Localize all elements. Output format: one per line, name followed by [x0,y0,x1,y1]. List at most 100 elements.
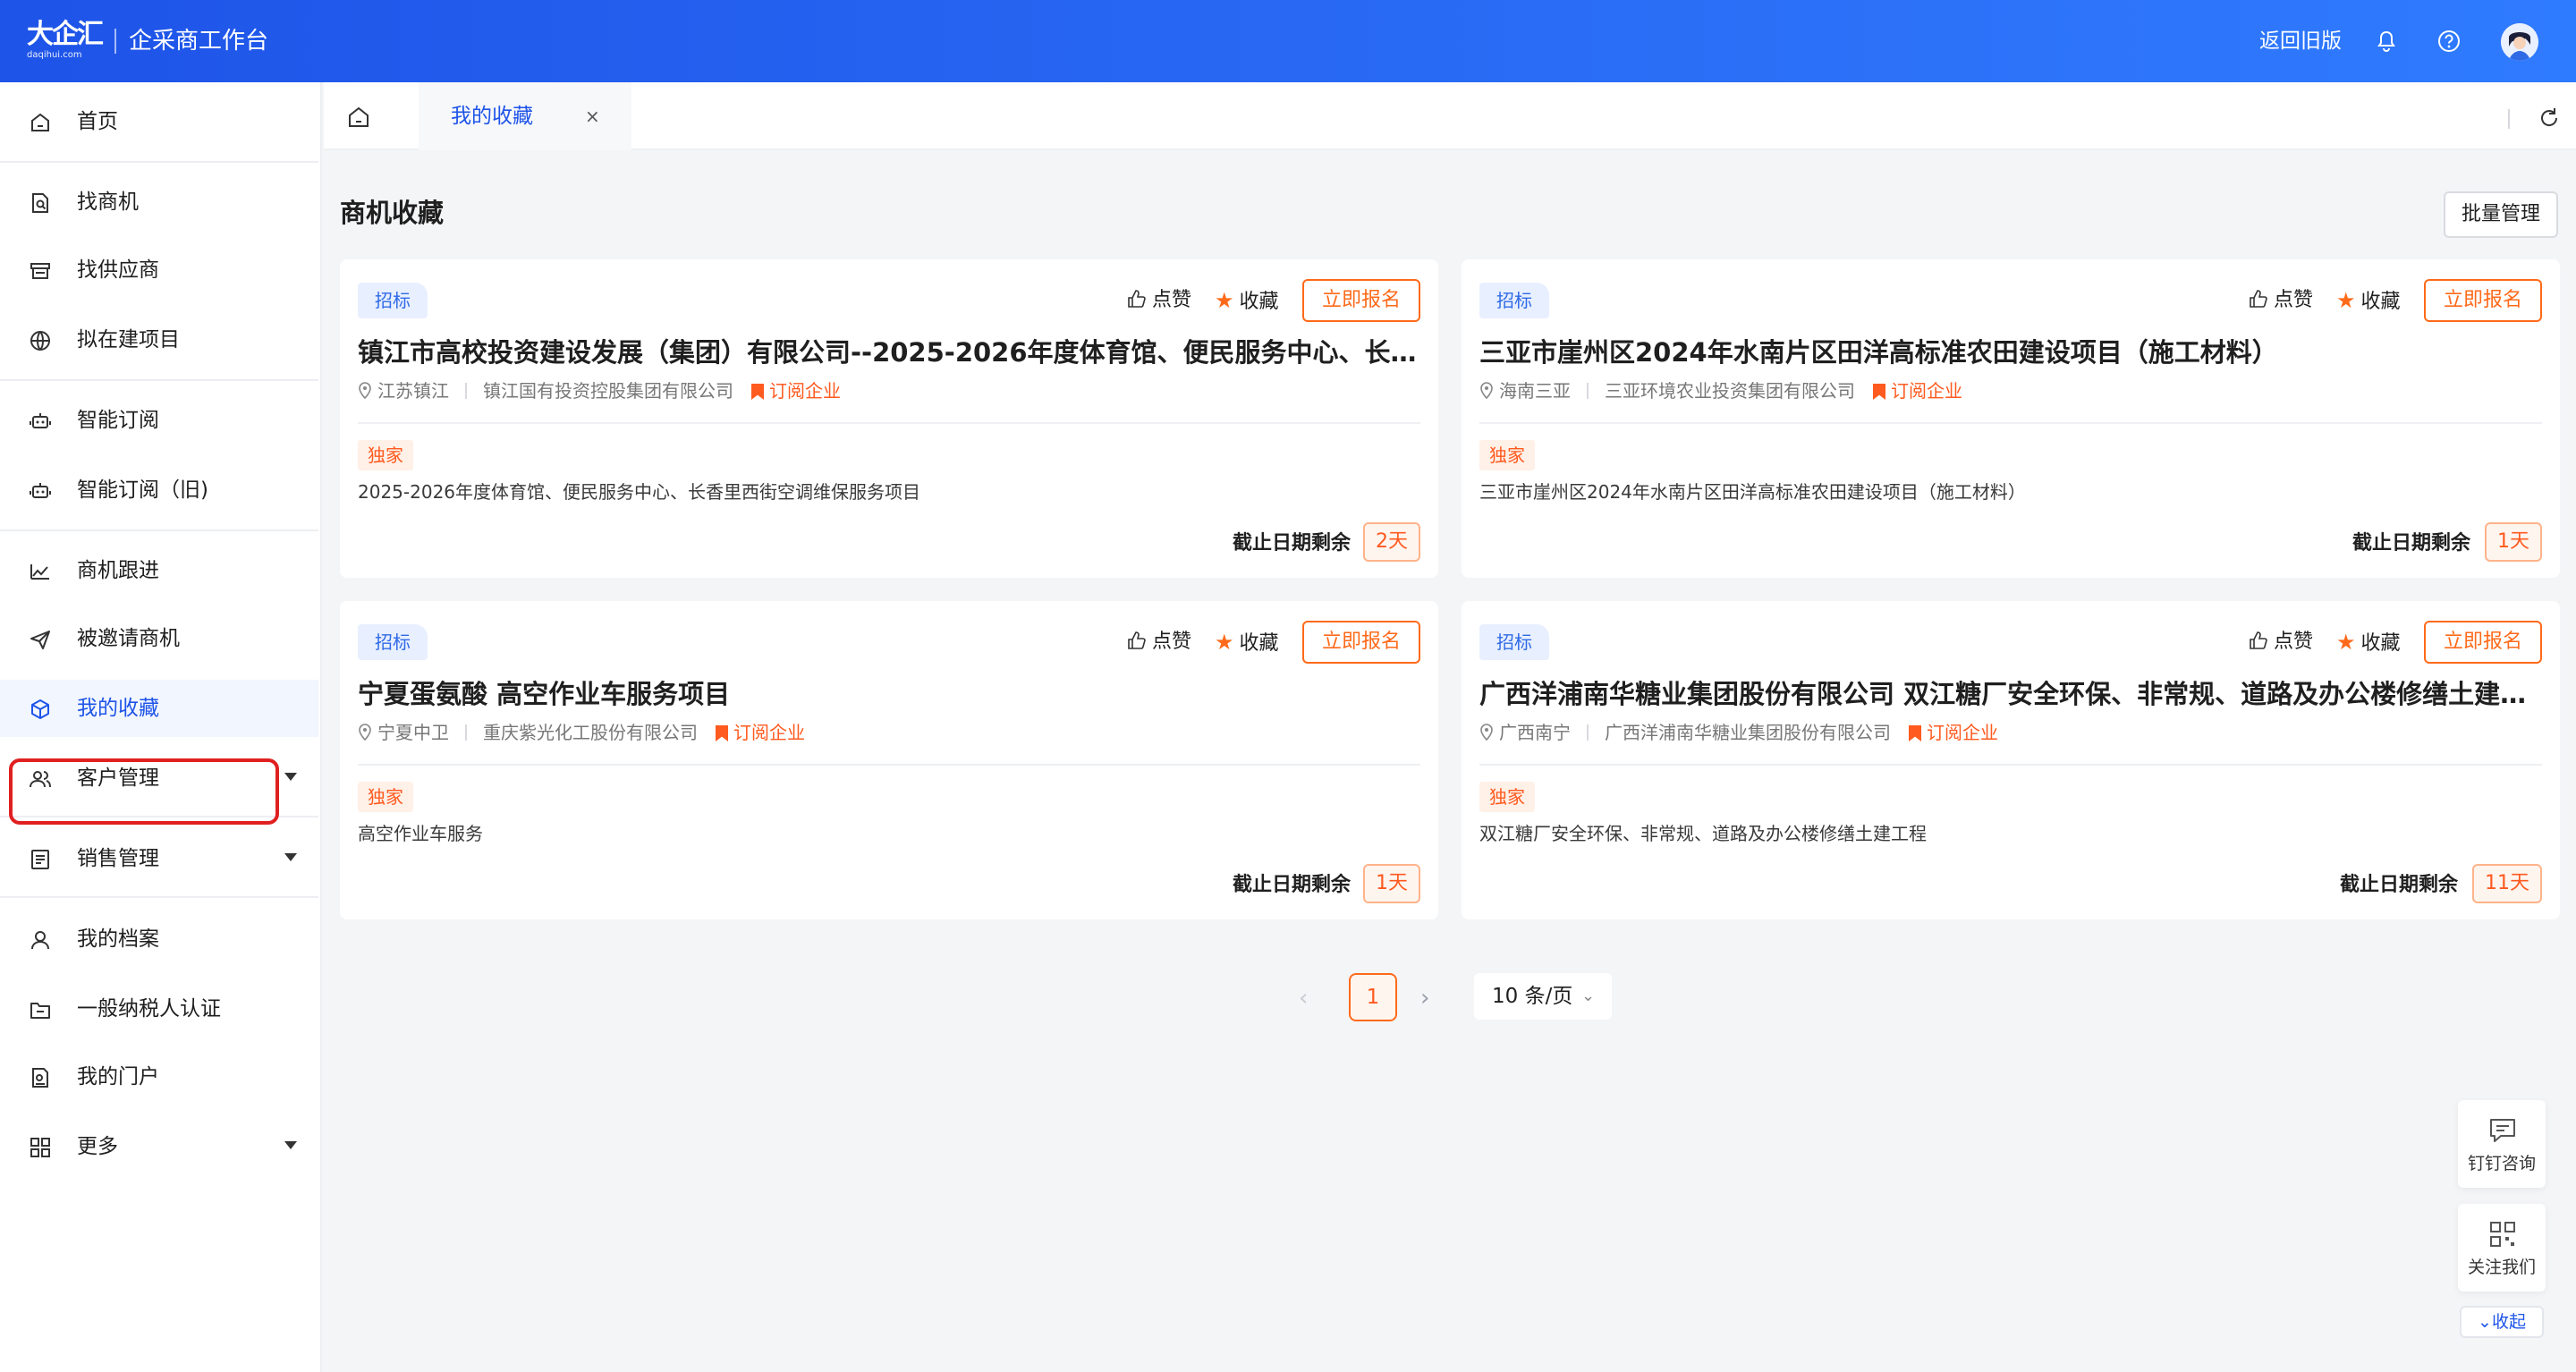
opportunity-card[interactable]: 招标 点赞 ★ 收藏 立即报名 三亚市崖州区2024年水南片区田洋高标准农田建设项… [1462,259,2560,578]
star-icon: ★ [2336,288,2356,313]
refresh-icon[interactable] [2537,106,2562,131]
thumbs-up-icon [1128,290,1146,308]
favorite-label: 收藏 [2360,632,2401,655]
sidebar-item-my-favorites[interactable]: 我的收藏 [0,680,318,737]
card-title[interactable]: 三亚市崖州区2024年水南片区田洋高标准农田建设项目（施工材料） [1479,333,2544,372]
company-name[interactable]: 重庆紫光化工股份有限公司 [483,722,698,743]
sidebar-item-planned-projects[interactable]: 拟在建项目 [0,311,318,368]
bid-tag: 招标 [358,283,428,318]
like-label: 点赞 [1152,289,1192,311]
bell-icon[interactable] [2372,27,2401,55]
opportunity-card[interactable]: 招标 点赞 ★ 收藏 立即报名 宁夏蛋氨酸 高空作业车服务项目 宁夏中卫 重庆紫光化… [340,601,1438,919]
dingtalk-consult-widget[interactable]: 钉钉咨询 [2458,1100,2546,1188]
page-title: 商机收藏 [340,198,445,228]
signup-button[interactable]: 立即报名 [2424,279,2542,322]
prev-page-button[interactable]: ‹ [1299,982,1308,1014]
next-page-button[interactable]: › [1420,982,1429,1014]
help-icon[interactable] [2435,27,2463,55]
star-icon: ★ [1215,630,1234,655]
card-meta: 宁夏中卫 重庆紫光化工股份有限公司 订阅企业 [358,719,805,746]
card-title[interactable]: 镇江市高校投资建设发展（集团）有限公司--2025-2026年度体育馆、便民服务… [358,333,1422,372]
like-button[interactable]: 点赞 [1127,286,1191,315]
collapse-label: 收起 [2491,1312,2526,1332]
sidebar-item-smart-subscription-old[interactable]: 智能订阅（旧) [0,462,318,519]
favorite-button[interactable]: ★ 收藏 [1215,628,1279,658]
bid-tag: 招标 [1479,283,1549,318]
card-title[interactable]: 广西洋浦南华糖业集团股份有限公司 双江糖厂安全环保、非常规、道路及办公楼修缮土建… [1479,674,2544,714]
favorite-button[interactable]: ★ 收藏 [1215,286,1279,317]
company-name[interactable]: 广西洋浦南华糖业集团股份有限公司 [1605,722,1891,743]
days-left-badge: 1天 [2485,522,2542,562]
like-button[interactable]: 点赞 [2249,286,2313,315]
sidebar-item-smart-subscription[interactable]: 智能订阅 [0,392,318,449]
thumbs-up-icon [2250,631,2267,649]
user-avatar[interactable] [2501,23,2538,61]
tab-my-favorites[interactable]: 我的收藏 × [419,82,631,150]
deadline-label: 截止日期剩余 [1233,874,1352,896]
location-text: 江苏镇江 [377,380,449,402]
like-button[interactable]: 点赞 [2249,628,2313,656]
exclusive-tag: 独家 [358,440,413,470]
deadline-label: 截止日期剩余 [2340,874,2459,896]
location-pin-icon [1480,382,1493,400]
home-tab-icon[interactable] [345,104,372,131]
sidebar-item-opportunity-followup[interactable]: 商机跟进 [0,542,318,599]
sidebar-item-label: 被邀请商机 [77,627,180,650]
company-name[interactable]: 镇江国有投资控股集团有限公司 [483,380,733,402]
sidebar-item-label: 我的收藏 [77,697,159,720]
card-meta: 江苏镇江 镇江国有投资控股集团有限公司 订阅企业 [358,377,841,404]
favorite-label: 收藏 [1239,632,1279,655]
doc-search-icon [32,193,48,213]
folder-icon [30,1003,50,1019]
page-size-select[interactable]: 10 条/页 ⌄ [1474,973,1612,1020]
like-button[interactable]: 点赞 [1127,628,1191,656]
sidebar-item-invited-opportunity[interactable]: 被邀请商机 [0,610,318,667]
sidebar-item-sales-management[interactable]: 销售管理 [0,830,318,887]
subscribed-company-link[interactable]: 订阅企业 [751,380,841,402]
thumbs-up-icon [2250,290,2267,308]
company-name[interactable]: 三亚环境农业投资集团有限公司 [1605,380,1855,402]
return-old-version-link[interactable]: 返回旧版 [2259,27,2342,55]
opportunity-card[interactable]: 招标 点赞 ★ 收藏 立即报名 镇江市高校投资建设发展（集团）有限公司--2025… [340,259,1438,578]
signup-button[interactable]: 立即报名 [1302,279,1420,322]
sidebar-item-my-profile[interactable]: 我的档案 [0,910,318,968]
favorite-button[interactable]: ★ 收藏 [2336,628,2401,658]
brand-logo[interactable]: 大企汇 daqihui.com [27,20,104,63]
location-text: 广西南宁 [1499,722,1571,743]
sidebar-divider [0,379,318,381]
page-number-button[interactable]: 1 [1349,973,1397,1021]
batch-manage-button[interactable]: 批量管理 [2444,191,2558,238]
deadline-label: 截止日期剩余 [2352,532,2471,555]
opportunity-card[interactable]: 招标 点赞 ★ 收藏 立即报名 广西洋浦南华糖业集团股份有限公司 双江糖厂安全环保… [1462,601,2560,919]
sidebar-item-label: 我的门户 [77,1065,159,1088]
bid-tag: 招标 [1479,624,1549,660]
consult-label: 钉钉咨询 [2467,1154,2536,1173]
sidebar-item-my-portal[interactable]: 我的门户 [0,1048,318,1105]
signup-button[interactable]: 立即报名 [2424,621,2542,664]
follow-us-widget[interactable]: 关注我们 [2458,1204,2546,1292]
sidebar-item-more[interactable]: 更多 [0,1118,318,1175]
portal-icon [32,1068,48,1088]
sidebar-item-taxpayer-certification[interactable]: 一般纳税人认证 [0,980,318,1037]
collapse-button[interactable]: ⌄收起 [2460,1306,2544,1338]
favorite-button[interactable]: ★ 收藏 [2336,286,2401,317]
sidebar-item-find-supplier[interactable]: 找供应商 [0,241,318,299]
sidebar-item-find-opportunity[interactable]: 找商机 [0,174,318,231]
logo-subtext: daqihui.com [27,50,82,60]
robot-icon [30,483,51,498]
subscribed-company-link[interactable]: 订阅企业 [1873,380,1962,402]
subscribed-company-link[interactable]: 订阅企业 [716,722,805,743]
card-title[interactable]: 宁夏蛋氨酸 高空作业车服务项目 [358,674,1422,714]
subscribed-company-link[interactable]: 订阅企业 [1909,722,1998,743]
sidebar-item-label: 一般纳税人认证 [77,997,221,1021]
close-icon[interactable]: × [585,102,600,131]
meta-divider [1587,724,1589,741]
card-meta: 海南三亚 三亚环境农业投资集团有限公司 订阅企业 [1479,377,1962,404]
caret-down-icon [284,853,297,861]
sidebar-item-label: 我的档案 [77,927,159,951]
signup-button[interactable]: 立即报名 [1302,621,1420,664]
like-label: 点赞 [2274,289,2314,311]
location-text: 宁夏中卫 [377,722,449,743]
sidebar-item-home[interactable]: 首页 [0,93,318,150]
thumbs-up-icon [1128,631,1146,649]
